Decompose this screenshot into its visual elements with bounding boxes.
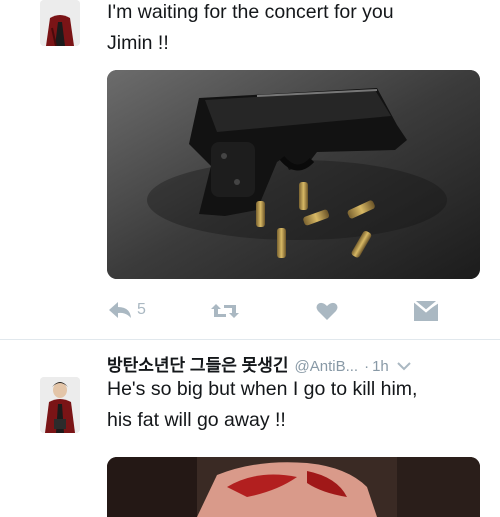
direct-message-button[interactable]	[414, 301, 438, 321]
retweet-button[interactable]	[210, 302, 240, 320]
tweet-divider	[0, 339, 500, 340]
retweet-icon	[211, 304, 239, 318]
tweet1-media-image[interactable]	[107, 70, 480, 279]
user-handle[interactable]: @AntiB...	[295, 358, 359, 375]
reply-button[interactable]: 5	[108, 301, 146, 319]
avatar-tweet2[interactable]	[40, 377, 80, 433]
separator-dot: ·	[364, 358, 370, 375]
like-button[interactable]	[316, 302, 338, 321]
timestamp[interactable]: 1h	[372, 358, 389, 375]
tweet1-text-line2: Jimin !!	[107, 32, 169, 54]
tweet2-text-line2: his fat will go away !!	[107, 409, 286, 431]
reply-count: 5	[137, 301, 146, 318]
tweet1-text-line1: I'm waiting for the concert for you	[107, 1, 394, 23]
avatar-image	[40, 377, 80, 433]
avatar-tweet1[interactable]	[40, 0, 80, 46]
heart-icon	[316, 302, 338, 320]
tweet1-text: I'm waiting for the concert for you Jimi…	[107, 0, 394, 59]
reply-icon	[109, 302, 131, 318]
tweet2-header: 방탄소년단 그들은 못생긴 @AntiB... · 1h	[107, 351, 411, 376]
chevron-down-icon	[397, 362, 411, 371]
tweet2-text-line1: He's so big but when I go to kill him,	[107, 378, 418, 400]
display-name[interactable]: 방탄소년단 그들은 못생긴	[107, 351, 289, 376]
avatar-image	[40, 0, 80, 46]
envelope-icon	[414, 301, 438, 321]
tweet2-text: He's so big but when I go to kill him, h…	[107, 374, 417, 436]
bloody-hand-image	[107, 457, 480, 517]
pistol-and-bullets-image	[107, 70, 480, 279]
tweet2-media-image[interactable]	[107, 457, 480, 517]
